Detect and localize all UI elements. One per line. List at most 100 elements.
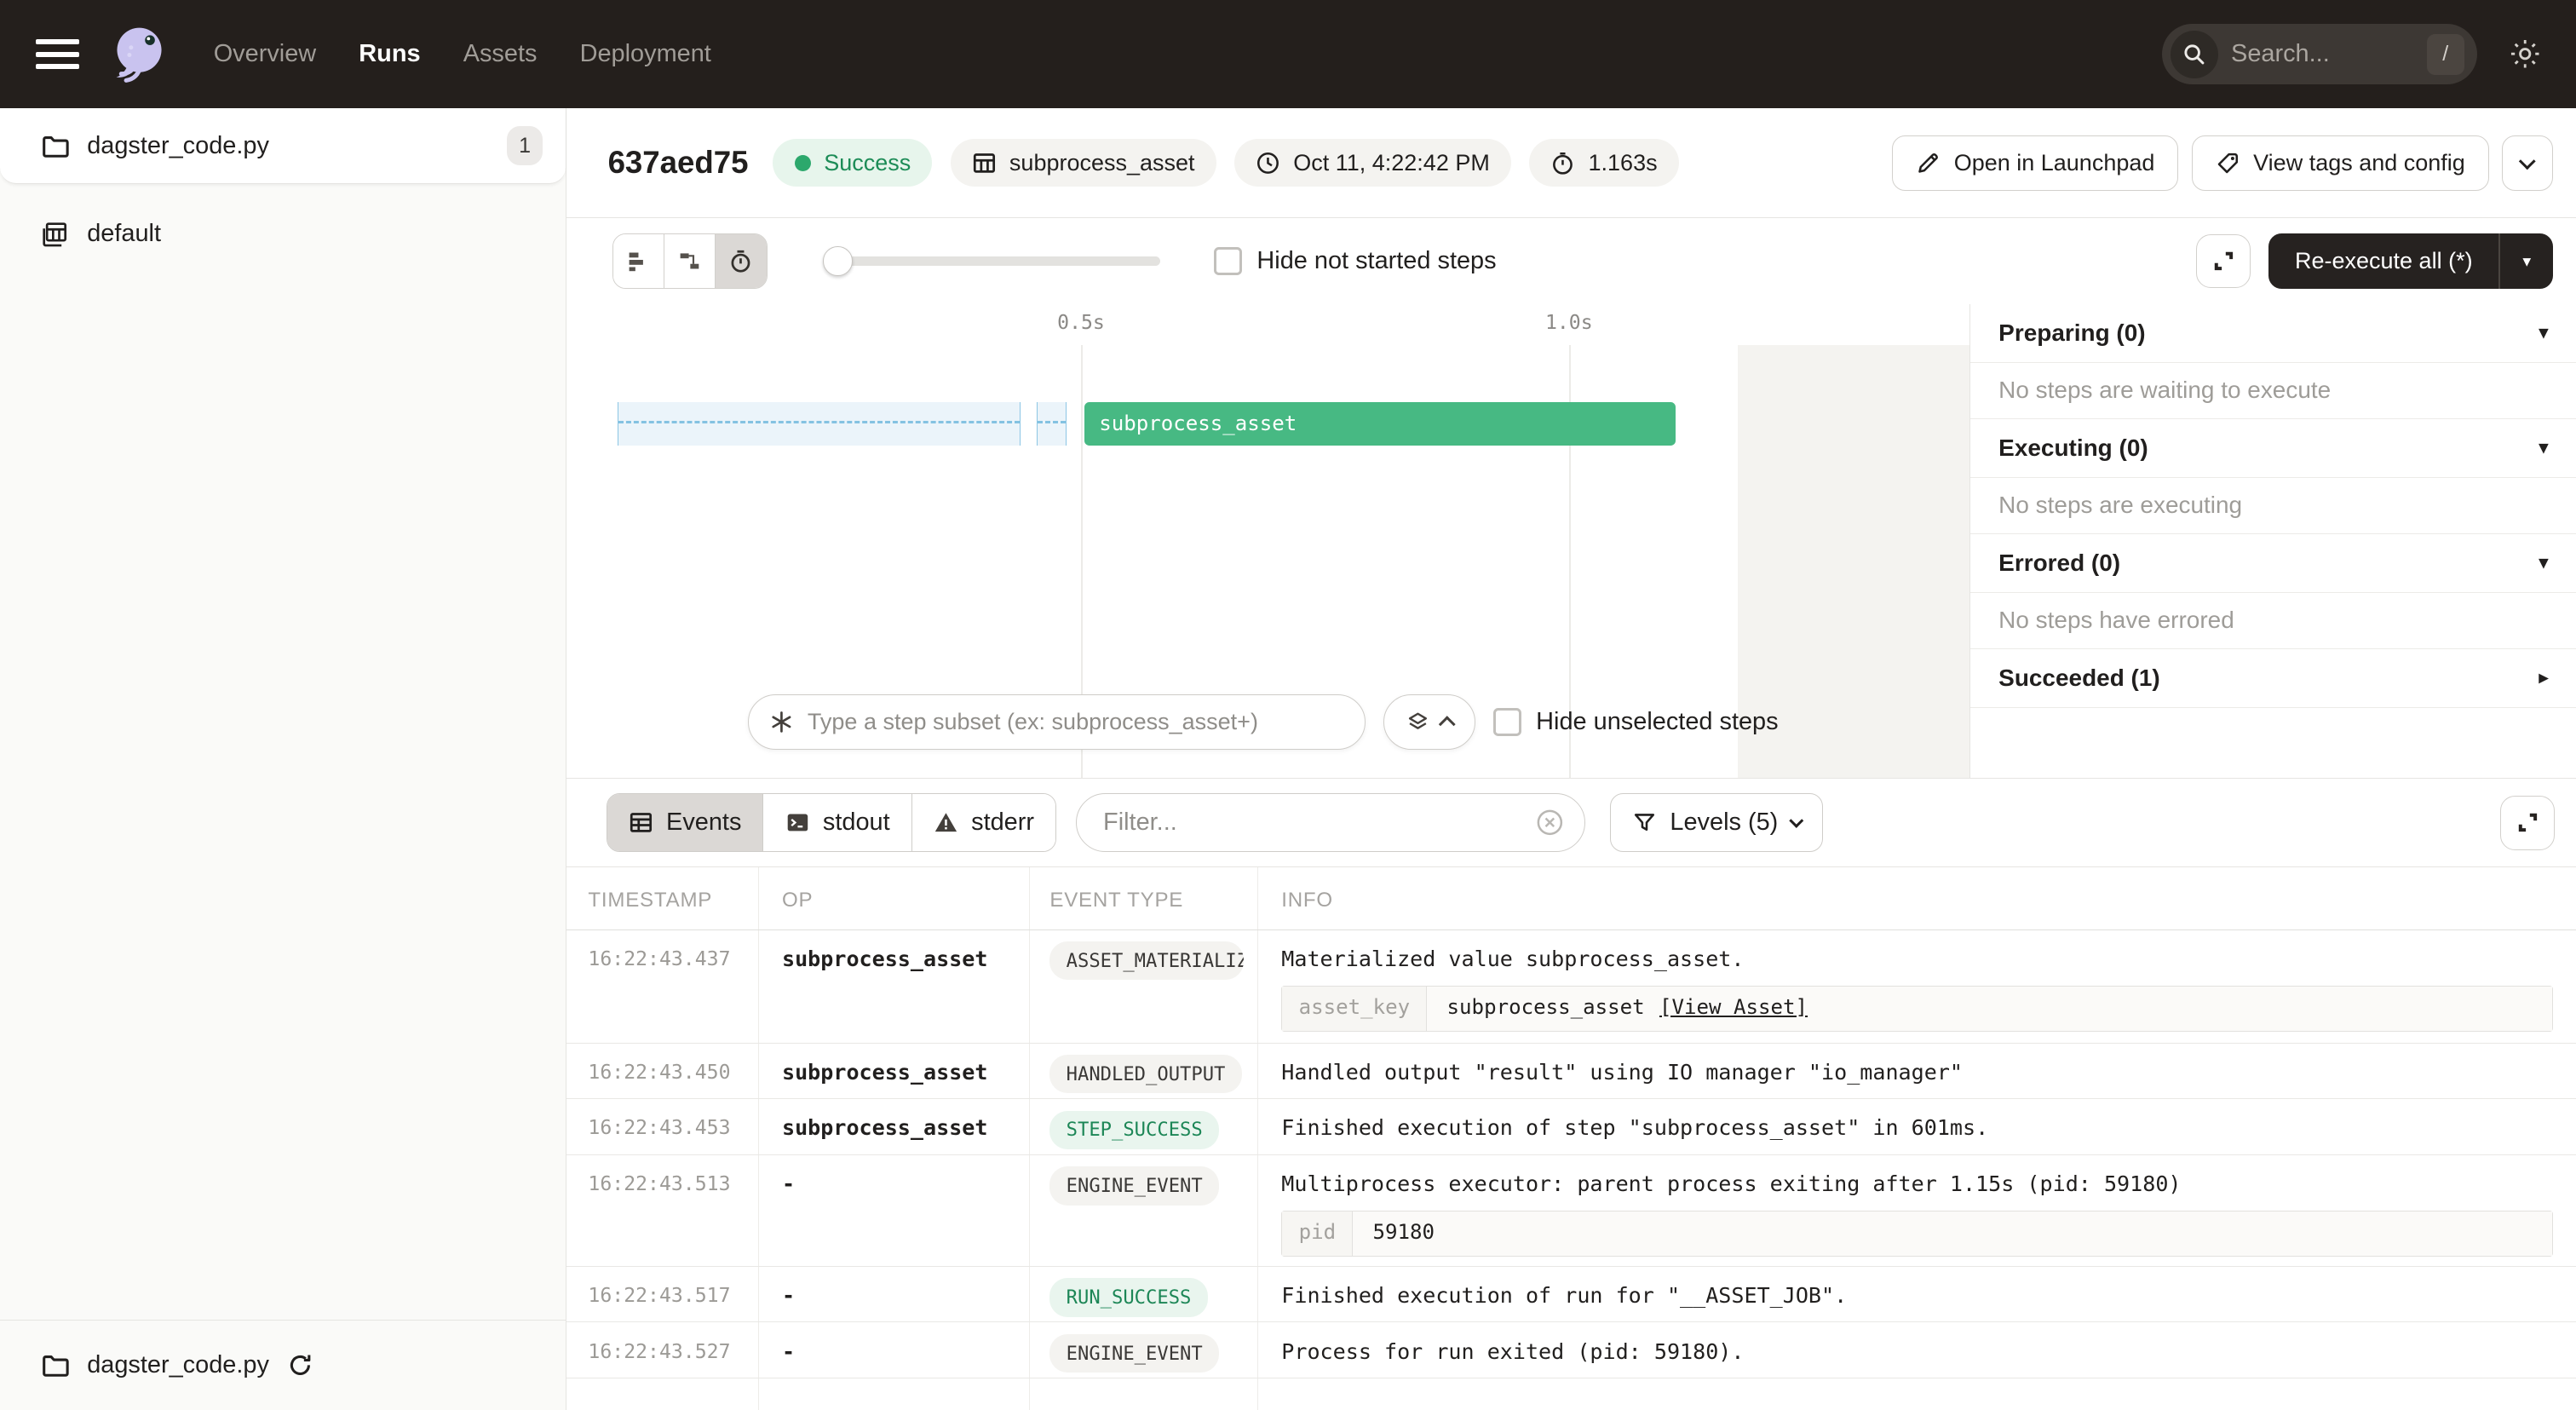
axis-tick-1-0s: 1.0s [1545,312,1593,334]
nav-item-runs[interactable]: Runs [359,40,420,68]
event-row: 16:22:43.517 - RUN_SUCCESS Finished exec… [566,1267,2576,1323]
hide-unselected-checkbox[interactable] [1493,708,1521,736]
status-dot-icon [795,155,811,171]
panel-section-preparing[interactable]: Preparing (0)▾ [1970,304,2576,363]
search-icon [2171,31,2218,78]
info-cell [1258,1378,2576,1410]
event-row: 16:22:43.527 - ENGINE_EVENT Process for … [566,1322,2576,1378]
open-in-launchpad-button[interactable]: Open in Launchpad [1892,135,2178,192]
step-waiting-bar [618,402,1021,445]
view-tags-config-button[interactable]: View tags and config [2192,135,2489,192]
step-status-panel: Preparing (0)▾ No steps are waiting to e… [1969,304,2576,778]
col-header-event-type: EVENT TYPE [1030,867,1258,929]
settings-gear-icon[interactable] [2507,36,2543,72]
graph-query-toggle-button[interactable] [1383,694,1475,751]
axis-tick-0-5s: 0.5s [1057,312,1105,334]
timestamp-cell: 16:22:43.450 [566,1044,759,1099]
view-mode-timed-button[interactable] [716,234,767,289]
sidebar-item-default-job[interactable]: default [0,209,566,260]
chevron-down-icon [2520,153,2536,169]
panel-caption: No steps are waiting to execute [1970,363,2576,419]
metadata-table: pid 59180 [1281,1211,2553,1257]
hide-not-started-checkbox-row[interactable]: Hide not started steps [1214,247,1496,275]
nav-item-assets[interactable]: Assets [463,40,538,68]
event-type-cell: HANDLED_OUTPUT [1030,1044,1258,1099]
panel-section-executing[interactable]: Executing (0)▾ [1970,419,2576,478]
view-mode-waterfall-button[interactable] [664,234,716,289]
tab-stderr[interactable]: stderr [912,794,1055,851]
table-icon [629,810,653,835]
op-cell: - [759,1267,1030,1322]
panel-section-succeeded[interactable]: Succeeded (1)▸ [1970,649,2576,708]
log-filter-input[interactable] [1100,807,1535,838]
code-location-header[interactable]: dagster_code.py 1 [0,108,566,184]
info-cell: Materialized value subprocess_asset. ass… [1258,930,2576,1043]
gantt-zoom-slider[interactable] [823,233,1159,290]
gantt-fullscreen-button[interactable] [2196,234,2251,289]
timestamp-cell [566,1378,759,1410]
slider-knob[interactable] [823,246,853,276]
reload-icon[interactable] [287,1352,313,1378]
event-type-cell [1030,1378,1258,1410]
run-target-pill[interactable]: subprocess_asset [951,139,1216,187]
gantt-step-bar[interactable]: subprocess_asset [1084,402,1676,445]
re-execute-dropdown-caret[interactable]: ▾ [2500,233,2553,290]
metadata-table: asset_key subprocess_asset[View Asset] [1281,986,2553,1032]
slider-track[interactable] [823,256,1159,267]
folder-icon [41,1351,69,1379]
run-header: 637aed75 Success subprocess_asset Oct 11… [566,108,2576,218]
view-asset-link[interactable]: [View Asset] [1659,995,1808,1023]
events-table-header: TIMESTAMP OP EVENT TYPE INFO [566,867,2576,929]
info-text: Multiprocess executor: parent process ex… [1281,1171,2553,1196]
panel-section-errored[interactable]: Errored (0)▾ [1970,534,2576,593]
sidebar-footer: dagster_code.py [0,1320,566,1410]
dagster-logo-icon[interactable] [105,20,174,89]
event-type-cell: ENGINE_EVENT [1030,1322,1258,1378]
info-cell: Handled output "result" using IO manager… [1258,1044,2576,1099]
info-text: Materialized value subprocess_asset. [1281,947,2553,971]
run-header-more-button[interactable] [2502,135,2553,192]
op-cell: - [759,1322,1030,1378]
log-filter-pill[interactable] [1076,793,1585,852]
global-search[interactable]: / [2162,24,2477,84]
table-icon [972,151,997,176]
tab-events[interactable]: Events [607,794,764,851]
stopwatch-icon [728,249,753,273]
tab-stdout[interactable]: stdout [763,794,911,851]
timestamp-cell: 16:22:43.517 [566,1267,759,1322]
event-row: 16:22:43.450 subprocess_asset HANDLED_OU… [566,1044,2576,1100]
timestamp-cell: 16:22:43.453 [566,1099,759,1154]
step-subset-input[interactable] [794,709,1344,735]
caret-down-icon: ▾ [2539,322,2549,343]
hide-not-started-checkbox[interactable] [1214,247,1242,275]
top-nav: Overview Runs Assets Deployment / [0,0,2576,108]
hide-unselected-checkbox-row[interactable]: Hide unselected steps [1493,708,1779,736]
code-location-name: dagster_code.py [87,132,269,160]
nav-item-deployment[interactable]: Deployment [580,40,711,68]
search-input[interactable] [2218,40,2427,68]
levels-filter-button[interactable]: Levels (5) [1610,793,1823,852]
re-execute-all-button[interactable]: Re-execute all (*) ▾ [2268,233,2553,290]
hamburger-menu-icon[interactable] [36,39,78,69]
col-header-info: INFO [1258,867,2576,929]
logs-fullscreen-button[interactable] [2500,796,2555,850]
re-execute-label[interactable]: Re-execute all (*) [2268,233,2498,290]
run-duration-pill: 1.163s [1529,139,1679,187]
nav-item-overview[interactable]: Overview [214,40,316,68]
run-id: 637aed75 [608,145,749,181]
caret-right-icon: ▸ [2539,667,2549,688]
step-subset-pill[interactable] [748,694,1366,751]
op-cell [759,1378,1030,1410]
view-mode-flat-button[interactable] [613,234,664,289]
event-type-badge: RUN_SUCCESS [1049,1278,1207,1316]
event-row: 16:22:43.437 subprocess_asset ASSET_MATE… [566,930,2576,1044]
event-row: 16:22:43.513 - ENGINE_EVENT Multiprocess… [566,1155,2576,1267]
info-cell: Finished execution of run for "__ASSET_J… [1258,1267,2576,1322]
op-cell: subprocess_asset [759,930,1030,1043]
col-header-op: OP [759,867,1030,929]
clear-filter-icon[interactable] [1535,808,1565,837]
run-start-time-pill: Oct 11, 4:22:42 PM [1234,139,1511,187]
gantt-chart: 0.5s 1.0s subprocess_asset [566,304,1969,778]
event-type-badge: HANDLED_OUTPUT [1049,1055,1241,1093]
caret-down-icon: ▾ [2539,437,2549,458]
